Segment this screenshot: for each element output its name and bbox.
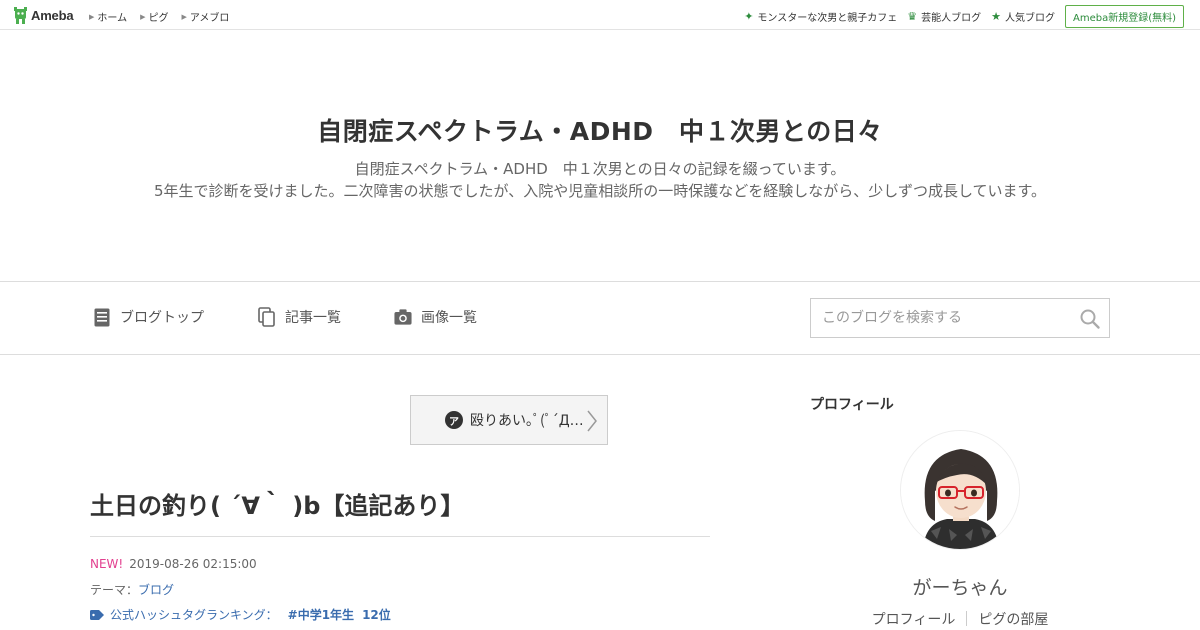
blog-navbar: ブログトップ 記事一覧 画像一覧 — [0, 281, 1200, 355]
search-icon[interactable] — [1079, 308, 1101, 330]
featured-blog-link[interactable]: ✦ モンスターな次男と親子カフェ — [744, 9, 897, 24]
top-nav-home[interactable]: ▶ ホーム — [89, 9, 128, 25]
blog-title[interactable]: 自閉症スペクトラム・ADHD 中１次男との日々 — [0, 112, 1200, 148]
top-right-links: ✦ モンスターな次男と親子カフェ ♛ 芸能人ブログ ★ 人気ブログ Ameba新規登録… — [744, 5, 1200, 28]
star-icon: ★ — [991, 10, 1001, 23]
entry-list-icon — [258, 307, 276, 327]
pigg-room-link[interactable]: ピグの部屋 — [978, 609, 1048, 629]
sparkle-icon: ✦ — [744, 10, 754, 23]
featured-blog-label: モンスターな次男と親子カフェ — [757, 13, 898, 24]
caret-right-icon: ▶ — [140, 12, 146, 21]
profile-avatar[interactable] — [900, 430, 1020, 550]
ameba-logo-icon — [14, 6, 27, 24]
camera-icon — [394, 307, 412, 327]
register-button[interactable]: Ameba新規登録(無料) — [1064, 5, 1184, 28]
crown-icon: ♛ — [907, 10, 918, 23]
blog-search-box — [810, 298, 1110, 338]
entry-divider — [90, 536, 710, 537]
link-separator — [966, 611, 968, 626]
blog-top-icon — [93, 307, 111, 327]
prev-entry-link[interactable]: ア 殴りあい｡ﾟ(ﾟ´Д… — [410, 395, 608, 445]
entry-theme-prefix: テーマ： — [90, 583, 139, 597]
nav-blog-top-label: ブログトップ — [120, 310, 204, 326]
hashtag-rank: 12位 — [362, 608, 391, 622]
prev-entry-title: 殴りあい｡ﾟ(ﾟ´Д… — [470, 413, 584, 429]
top-nav-pigg[interactable]: ▶ ピグ — [140, 9, 169, 25]
celebrity-blog-link[interactable]: ♛ 芸能人ブログ — [907, 9, 981, 24]
ameba-logo[interactable]: Ameba — [13, 6, 74, 24]
top-nav-label: ピグ — [148, 13, 169, 24]
chevron-right-icon — [587, 410, 597, 432]
top-nav-label: アメブロ — [189, 13, 230, 24]
hashtag-ranking: 公式ハッシュタグランキング： #中学1年生 12位 — [90, 606, 391, 623]
profile-name[interactable]: がーちゃん — [810, 573, 1110, 600]
entry-theme-link[interactable]: ブログ — [138, 583, 174, 597]
top-nav-ameblo[interactable]: ▶ アメブロ — [181, 9, 230, 25]
hashtag-link[interactable]: #中学1年生 — [288, 606, 354, 623]
blog-search-input[interactable] — [811, 299, 1061, 337]
entry-datetime: 2019-08-26 02:15:00 — [129, 557, 257, 571]
avatar-image — [901, 431, 1019, 549]
popular-blog-label: 人気ブログ — [1004, 13, 1055, 24]
popular-blog-link[interactable]: ★ 人気ブログ — [991, 9, 1055, 24]
prev-entry-badge: ア — [445, 411, 463, 429]
entry-meta: NEW! 2019-08-26 02:15:00 — [90, 557, 257, 571]
ameba-header-bar: Ameba ▶ ホーム ▶ ピグ ▶ アメブロ ✦ モンスターな次男と親子カフェ ♛ 芸能… — [0, 0, 1200, 30]
new-badge: NEW! — [90, 557, 124, 571]
ameba-logo-text: Ameba — [31, 7, 74, 23]
hashtag-ranking-label[interactable]: 公式ハッシュタグランキング： — [110, 606, 278, 623]
blog-description: 自閉症スペクトラム・ADHD 中１次男との日々の記録を綴っています。 5年生で診… — [0, 158, 1200, 202]
entry-title[interactable]: 土日の釣り( ´∀｀ )b【追記あり】 — [90, 486, 464, 521]
blog-description-line: 自閉症スペクトラム・ADHD 中１次男との日々の記録を綴っています。 — [354, 160, 846, 178]
tag-icon — [90, 609, 104, 620]
profile-links: プロフィール ピグの部屋 — [810, 609, 1110, 629]
nav-entry-list[interactable]: 記事一覧 — [258, 307, 341, 327]
top-nav-label: ホーム — [97, 13, 128, 24]
profile-link[interactable]: プロフィール — [872, 609, 956, 629]
profile-heading: プロフィール — [810, 397, 894, 413]
blog-description-line: 5年生で診断を受けました。二次障害の状態でしたが、入院や児童相談所の一時保護など… — [154, 182, 1046, 200]
entry-theme: テーマ：ブログ — [90, 581, 174, 598]
top-nav: ▶ ホーム ▶ ピグ ▶ アメブロ — [89, 9, 242, 25]
nav-image-list-label: 画像一覧 — [421, 310, 477, 326]
nav-image-list[interactable]: 画像一覧 — [394, 307, 477, 327]
nav-blog-top[interactable]: ブログトップ — [93, 307, 204, 327]
caret-right-icon: ▶ — [181, 12, 187, 21]
caret-right-icon: ▶ — [89, 12, 95, 21]
celebrity-blog-label: 芸能人ブログ — [921, 13, 982, 24]
nav-entry-list-label: 記事一覧 — [285, 310, 341, 326]
